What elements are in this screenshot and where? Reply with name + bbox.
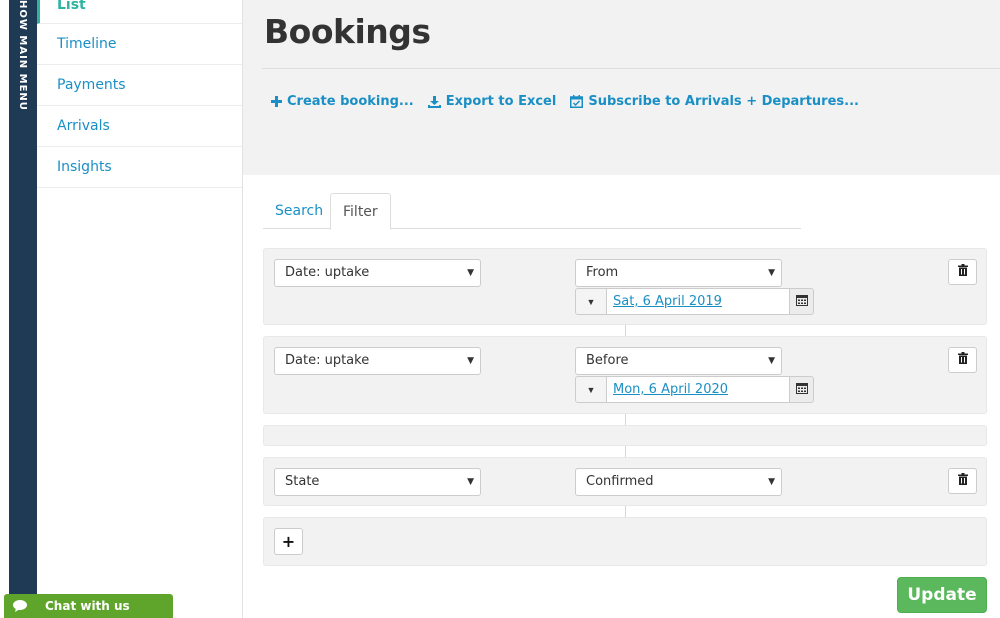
- subnav-item-list[interactable]: List: [37, 0, 242, 24]
- chevron-down-icon: ▼: [467, 477, 474, 487]
- filter-connector: [625, 413, 626, 425]
- filter-row: Date: uptake ▼ From ▼ ▼ Sat, 6 April 201…: [263, 248, 987, 325]
- subnav-item-arrivals[interactable]: Arrivals: [37, 106, 242, 147]
- create-booking-link[interactable]: Create booking...: [271, 94, 414, 109]
- show-main-menu-toggle[interactable]: HOW MAIN MENU: [9, 0, 37, 618]
- calendar-button[interactable]: [789, 376, 814, 403]
- filter-operator-value: From: [586, 265, 619, 280]
- filter-operator-select[interactable]: From ▼: [575, 259, 782, 287]
- subscribe-arrivals-label: Subscribe to Arrivals + Departures...: [588, 94, 859, 109]
- chat-label: Chat with us: [45, 599, 130, 613]
- filter-connector: [625, 445, 626, 457]
- main-content: Search Filter Date: uptake ▼ From ▼ ▼ Sa…: [243, 175, 1000, 618]
- tab-filter[interactable]: Filter: [330, 193, 391, 230]
- filter-operator-value: Confirmed: [586, 474, 654, 489]
- calendar-button[interactable]: [789, 288, 814, 315]
- chat-widget[interactable]: Chat with us: [4, 594, 173, 618]
- subnav-item-timeline[interactable]: Timeline: [37, 24, 242, 65]
- trash-icon: [957, 472, 968, 490]
- chevron-down-icon: ▼: [768, 268, 775, 278]
- filter-operator-value: Before: [586, 353, 629, 368]
- filter-operator-select[interactable]: Confirmed ▼: [575, 468, 782, 496]
- filter-field-select[interactable]: Date: uptake ▼: [274, 259, 481, 287]
- header-actions: Create booking... Export to Excel Subscr…: [271, 94, 859, 109]
- date-dropdown-button[interactable]: ▼: [575, 288, 607, 315]
- filter-connector: [625, 324, 626, 336]
- calendar-icon: [795, 293, 808, 311]
- add-filter-row: +: [263, 517, 987, 566]
- calendar-icon: [795, 381, 808, 399]
- date-input[interactable]: Mon, 6 April 2020: [607, 376, 789, 403]
- chevron-down-icon: ▼: [467, 268, 474, 278]
- chevron-down-icon: ▼: [467, 356, 474, 366]
- calendar-check-icon: [570, 95, 584, 108]
- add-filter-button[interactable]: +: [274, 528, 303, 555]
- filter-field-select[interactable]: State ▼: [274, 468, 481, 496]
- tab-search[interactable]: Search: [275, 193, 323, 229]
- filter-field-value: Date: uptake: [285, 265, 370, 280]
- date-picker: ▼ Sat, 6 April 2019: [575, 288, 814, 315]
- filter-operator-select[interactable]: Before ▼: [575, 347, 782, 375]
- delete-filter-button[interactable]: [948, 468, 977, 494]
- filter-field-select[interactable]: Date: uptake ▼: [274, 347, 481, 375]
- update-button[interactable]: Update: [897, 577, 987, 613]
- download-icon: [427, 95, 441, 108]
- export-excel-label: Export to Excel: [445, 94, 557, 109]
- trash-icon: [957, 263, 968, 281]
- export-excel-link[interactable]: Export to Excel: [427, 94, 557, 109]
- subnav-item-insights[interactable]: Insights: [37, 147, 242, 188]
- caret-down-icon: ▼: [586, 296, 596, 307]
- filter-row: Date: uptake ▼ Before ▼ ▼ Mon, 6 April 2…: [263, 336, 987, 414]
- search-filter-tabs: Search Filter: [263, 193, 801, 230]
- chevron-down-icon: ▼: [768, 356, 775, 366]
- chevron-down-icon: ▼: [768, 477, 775, 487]
- page-header: Bookings Create booking... Export to Exc…: [243, 0, 1000, 175]
- subnav-item-payments[interactable]: Payments: [37, 65, 242, 106]
- create-booking-label: Create booking...: [287, 94, 414, 109]
- filter-connector: [625, 505, 626, 517]
- filter-field-value: State: [285, 474, 320, 489]
- plus-icon: [271, 96, 282, 107]
- left-edge: [0, 0, 9, 618]
- filter-group-empty: [263, 425, 987, 446]
- caret-down-icon: ▼: [586, 384, 596, 395]
- date-picker: ▼ Mon, 6 April 2020: [575, 376, 814, 403]
- subscribe-arrivals-link[interactable]: Subscribe to Arrivals + Departures...: [570, 94, 859, 109]
- filter-row: State ▼ Confirmed ▼: [263, 457, 987, 506]
- chat-bubble-icon: [13, 600, 27, 612]
- delete-filter-button[interactable]: [948, 347, 977, 373]
- trash-icon: [957, 351, 968, 369]
- date-dropdown-button[interactable]: ▼: [575, 376, 607, 403]
- main-menu-label: HOW MAIN MENU: [17, 0, 28, 111]
- header-divider: [262, 68, 1000, 69]
- page-title: Bookings: [264, 12, 431, 51]
- date-input[interactable]: Sat, 6 April 2019: [607, 288, 789, 315]
- bookings-subnav: List Timeline Payments Arrivals Insights: [37, 0, 243, 618]
- filter-field-value: Date: uptake: [285, 353, 370, 368]
- delete-filter-button[interactable]: [948, 259, 977, 285]
